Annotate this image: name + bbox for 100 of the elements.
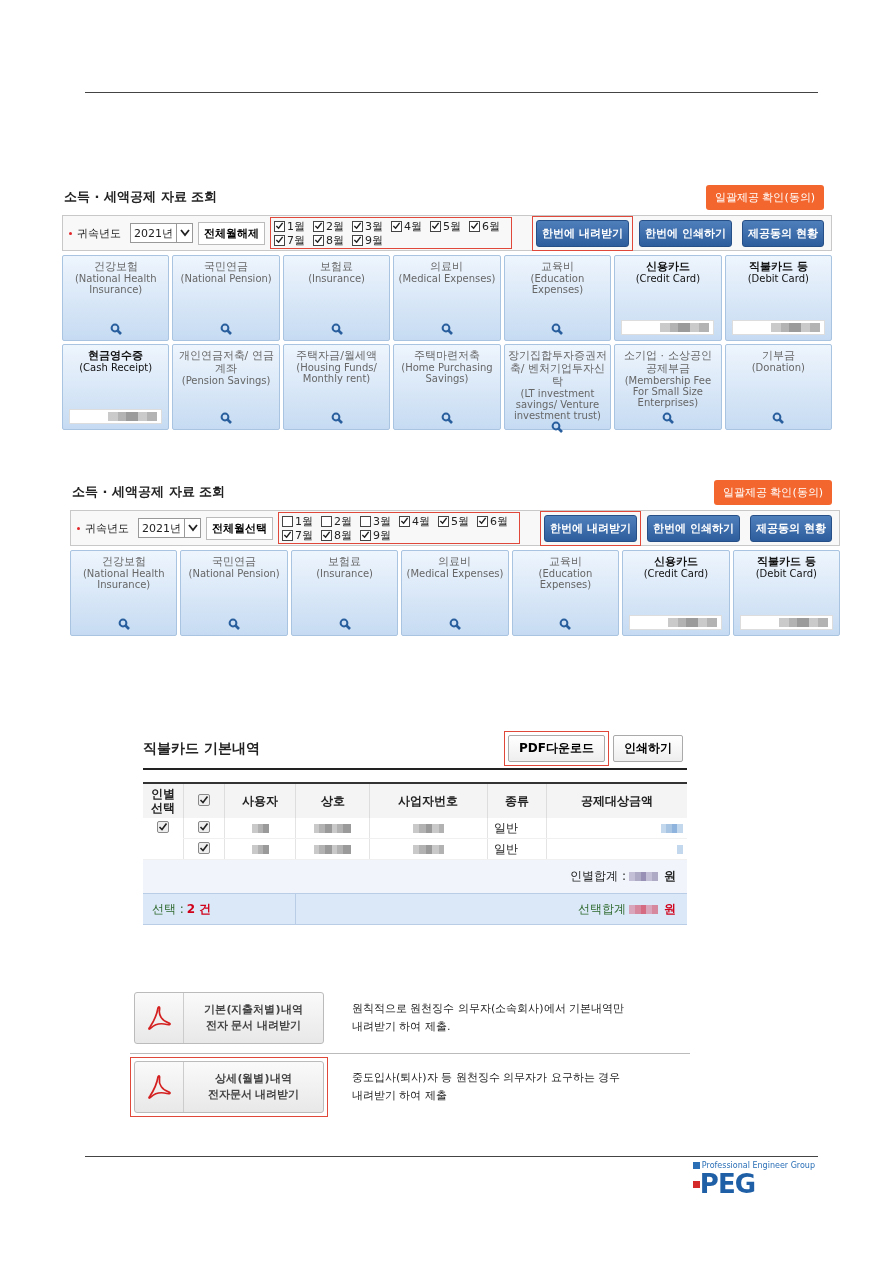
category-tile[interactable]: 건강보험 (National Health Insurance): [70, 550, 178, 636]
checkbox[interactable]: [198, 842, 210, 854]
checkbox[interactable]: [430, 220, 441, 232]
checkbox[interactable]: [438, 515, 449, 527]
blurred-value: [412, 845, 444, 854]
category-tile[interactable]: 신용카드 (Credit Card): [622, 550, 730, 636]
checkbox-label: 4월: [404, 218, 422, 234]
checkbox[interactable]: [352, 234, 363, 246]
category-tile[interactable]: 주택마련저축 (Home Purchasing Savings): [393, 344, 501, 430]
checkbox[interactable]: [477, 515, 488, 527]
category-tile[interactable]: 국민연금 (National Pension): [180, 550, 288, 636]
consent-button[interactable]: 일괄제공 확인(동의): [705, 184, 824, 210]
description-text: 원칙적으로 원천징수 의무자(소속회사)에서 기본내역만 내려받기 하여 제출.: [352, 1001, 625, 1035]
tile-title: 건강보험: [92, 260, 139, 273]
action-button[interactable]: 제공동의 현황: [742, 219, 824, 247]
checkbox[interactable]: [313, 220, 324, 232]
blurred-value: [660, 323, 710, 332]
category-tile[interactable]: 현금영수증 (Cash Receipt): [62, 344, 170, 430]
checkbox-label: 7월: [295, 527, 313, 543]
logo-wordmark: PEG: [699, 1170, 755, 1198]
checkbox[interactable]: [282, 529, 293, 541]
consent-button[interactable]: 일괄제공 확인(동의): [713, 479, 832, 505]
caret-icon: [187, 524, 198, 532]
checkbox[interactable]: [198, 794, 210, 806]
tile-subtitle: (Education Expenses): [529, 273, 586, 295]
download-button[interactable]: 상세(월별)내역 전자문서 내려받기: [134, 1061, 324, 1113]
checkbox[interactable]: [274, 220, 285, 232]
year-dropdown[interactable]: 2021년: [130, 223, 193, 243]
logo-square-icon: [692, 1180, 700, 1188]
blurred-value: [314, 824, 352, 833]
checkbox-label: 6월: [482, 218, 500, 234]
category-tile[interactable]: 건강보험 (National Health Insurance): [62, 255, 170, 341]
toggle-months-button[interactable]: 전체월선택: [206, 516, 273, 540]
field-label: 귀속년도: [77, 225, 121, 241]
category-tile[interactable]: 주택자금/월세액 (Housing Funds/ Monthly rent): [282, 344, 391, 430]
action-button[interactable]: 한번에 내려받기: [544, 514, 638, 542]
checkbox[interactable]: [274, 234, 285, 246]
checkbox-label: 9월: [365, 232, 383, 248]
tile-title: 신용카드: [652, 555, 699, 568]
checkbox[interactable]: [360, 529, 371, 541]
action-button[interactable]: 한번에 인쇄하기: [647, 514, 741, 542]
tile-subtitle: (Debit Card): [754, 568, 818, 579]
year-dropdown[interactable]: 2021년: [138, 518, 201, 538]
tile-subtitle: (Donation): [750, 362, 806, 373]
category-tile[interactable]: 국민연금 (National Pension): [172, 255, 280, 341]
action-button[interactable]: 제공동의 현황: [750, 514, 832, 542]
checkbox-label: 1월: [287, 218, 305, 234]
action-button[interactable]: PDF다운로드: [508, 735, 605, 762]
checkbox[interactable]: [360, 515, 371, 527]
checkbox[interactable]: [282, 515, 293, 527]
tile-subtitle: (National Pension): [187, 568, 281, 579]
checkbox[interactable]: [198, 821, 210, 833]
category-tile[interactable]: 개인연금저축/ 연금계좌 (Pension Savings): [172, 344, 280, 430]
category-tile[interactable]: 직불카드 등 (Debit Card): [724, 255, 832, 341]
tile-title: 개인연금저축/ 연금계좌: [177, 349, 275, 375]
category-tile[interactable]: 보험료 (Insurance): [290, 550, 399, 636]
checkbox[interactable]: [399, 515, 410, 527]
checkbox[interactable]: [157, 821, 169, 833]
blurred-value: [778, 618, 828, 627]
category-tile[interactable]: 직불카드 등 (Debit Card): [732, 550, 840, 636]
action-button[interactable]: 한번에 인쇄하기: [639, 219, 733, 247]
category-tile[interactable]: 기부금 (Donation): [724, 344, 832, 430]
description-text: 중도입사(퇴사)자 등 원천징수 의무자가 요구하는 경우 내려받기 하여 제출: [352, 1070, 621, 1104]
checkbox[interactable]: [321, 515, 332, 527]
table-cell: 일반: [487, 818, 547, 839]
search-icon: [338, 618, 351, 630]
category-tile[interactable]: 장기집합투자증권저축/ 벤처기업투자신탁 (LT investment savings/ Venture investment trust): [503, 344, 612, 430]
checkbox[interactable]: [313, 234, 324, 246]
checkbox[interactable]: [391, 220, 402, 232]
checkbox[interactable]: [469, 220, 480, 232]
category-tile[interactable]: 신용카드 (Credit Card): [614, 255, 722, 341]
download-button[interactable]: 기본(지출처별)내역 전자 문서 내려받기: [134, 992, 324, 1044]
checkbox-label: 2월: [334, 513, 352, 529]
toggle-months-button[interactable]: 전체월해제: [198, 221, 265, 245]
action-button[interactable]: 한번에 내려받기: [536, 219, 630, 247]
checkbox-label: 8월: [326, 232, 344, 248]
checkbox[interactable]: [321, 529, 332, 541]
category-tile[interactable]: 의료비 (Medical Expenses): [401, 550, 509, 636]
action-button[interactable]: 인쇄하기: [613, 735, 683, 762]
category-tile[interactable]: 의료비 (Medical Expenses): [393, 255, 501, 341]
search-icon: [772, 412, 785, 424]
search-icon: [220, 412, 233, 424]
caret-icon: [179, 229, 190, 237]
category-tile[interactable]: 교육비 (Education Expenses): [503, 255, 612, 341]
tile-title: 직불카드 등: [755, 555, 817, 568]
tile-subtitle: (Medical Expenses): [405, 568, 505, 579]
category-tile[interactable]: 교육비 (Education Expenses): [511, 550, 620, 636]
checkbox[interactable]: [352, 220, 363, 232]
checkbox-label: 5월: [451, 513, 469, 529]
blurred-value: [251, 824, 269, 833]
tile-subtitle: (Housing Funds/ Monthly rent): [295, 362, 378, 384]
tile-title: 의료비: [437, 555, 473, 568]
category-tile[interactable]: 보험료 (Insurance): [282, 255, 391, 341]
total-label: 선택합계: [578, 900, 626, 918]
checkbox-label: 3월: [365, 218, 383, 234]
category-tile[interactable]: 소기업 · 소상공인 공제부금 (Membership Fee For Small Size Enterprises): [614, 344, 722, 430]
search-icon: [441, 323, 453, 335]
unit-label: 원: [664, 868, 676, 885]
column-header: 종류: [487, 783, 547, 818]
checkbox-label: 4월: [412, 513, 430, 529]
